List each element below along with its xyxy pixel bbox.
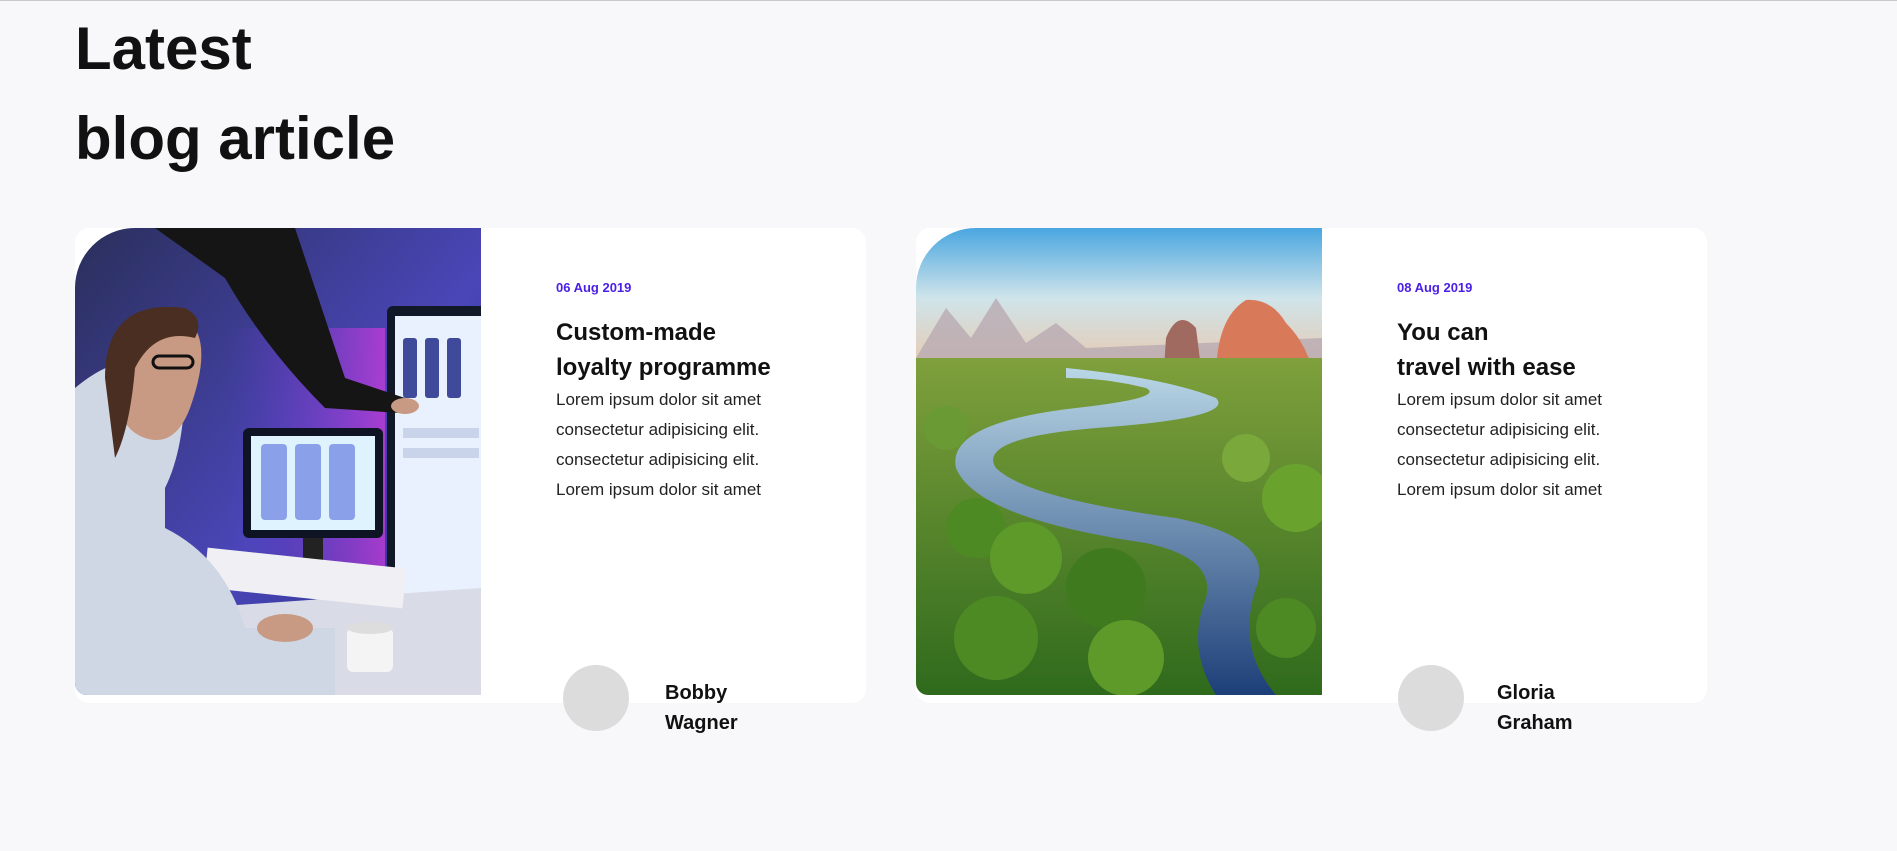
excerpt-line: Lorem ipsum dolor sit amet (1397, 480, 1603, 499)
post-author[interactable]: Gloria Graham (1398, 665, 1573, 738)
author-name[interactable]: Bobby Wagner (665, 678, 738, 738)
post-excerpt: Lorem ipsum dolor sit amet consectetur a… (1397, 385, 1697, 505)
author-last-name: Graham (1497, 712, 1573, 734)
section-heading: Latest blog article (75, 4, 395, 184)
post-title-line-2: loyalty programme (556, 354, 771, 381)
post-title-line-1: Custom-made (556, 319, 717, 346)
avatar[interactable] (1398, 665, 1464, 731)
excerpt-line: consectetur adipisicing elit. (1397, 420, 1601, 439)
excerpt-line: Lorem ipsum dolor sit amet (1397, 390, 1603, 409)
author-first-name: Gloria (1497, 682, 1555, 704)
card-content: 08 Aug 2019 You can travel with ease Lor… (1397, 280, 1697, 505)
post-title[interactable]: Custom-made loyalty programme (556, 315, 856, 385)
post-title-line-1: You can (1397, 319, 1489, 346)
woman-at-computer-image[interactable] (75, 228, 481, 695)
post-title[interactable]: You can travel with ease (1397, 315, 1697, 385)
excerpt-line: consectetur adipisicing elit. (1397, 450, 1601, 469)
post-excerpt: Lorem ipsum dolor sit amet consectetur a… (556, 385, 856, 505)
blog-card[interactable]: 08 Aug 2019 You can travel with ease Lor… (916, 228, 1707, 734)
author-name[interactable]: Gloria Graham (1497, 678, 1573, 738)
post-author[interactable]: Bobby Wagner (563, 665, 738, 738)
author-first-name: Bobby (665, 682, 728, 704)
river-landscape-image[interactable] (916, 228, 1322, 695)
avatar[interactable] (563, 665, 629, 731)
blog-card[interactable]: 06 Aug 2019 Custom-made loyalty programm… (75, 228, 866, 734)
author-last-name: Wagner (665, 712, 738, 734)
post-date: 08 Aug 2019 (1397, 280, 1473, 295)
post-date: 06 Aug 2019 (556, 280, 632, 295)
excerpt-line: consectetur adipisicing elit. (556, 420, 760, 439)
card-content: 06 Aug 2019 Custom-made loyalty programm… (556, 280, 856, 505)
excerpt-line: consectetur adipisicing elit. (556, 450, 760, 469)
top-divider (0, 0, 1897, 1)
heading-line-1: Latest (75, 15, 252, 82)
excerpt-line: Lorem ipsum dolor sit amet (556, 480, 762, 499)
excerpt-line: Lorem ipsum dolor sit amet (556, 390, 762, 409)
heading-line-2: blog article (75, 105, 396, 172)
post-title-line-2: travel with ease (1397, 354, 1576, 381)
